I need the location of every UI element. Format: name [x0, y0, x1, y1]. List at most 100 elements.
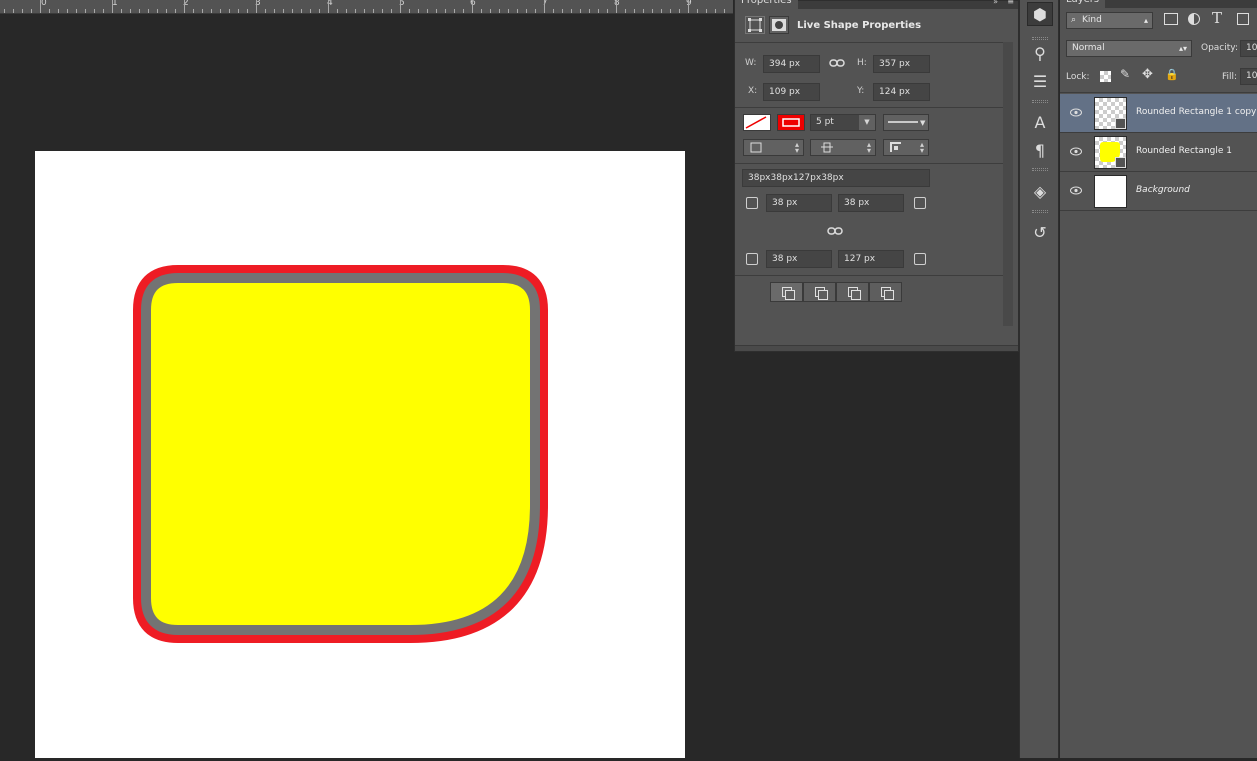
filter-kind-select[interactable]: ⌕ Kind ▴ — [1066, 12, 1153, 29]
layer-row[interactable]: Background — [1060, 172, 1257, 211]
radius-bottom-right-field[interactable]: 127 px — [838, 250, 904, 268]
ruler-tick — [499, 9, 500, 13]
lock-move-icon[interactable]: ✥ — [1142, 67, 1153, 82]
divider — [735, 107, 1005, 108]
opacity-label: Opacity: — [1201, 43, 1238, 53]
properties-tab[interactable]: Properties — [735, 0, 798, 9]
ruler-tick — [193, 9, 194, 13]
ruler-tick — [598, 9, 599, 13]
canvas-workspace[interactable] — [0, 15, 733, 758]
ruler-tick — [391, 9, 392, 13]
ruler-tick — [616, 0, 617, 13]
divider — [1060, 92, 1257, 93]
lock-label: Lock: — [1066, 72, 1090, 82]
ruler-tick — [130, 9, 131, 13]
type-filter-icon[interactable]: T — [1212, 9, 1222, 27]
ruler-tick — [211, 9, 212, 13]
ruler-tick — [436, 9, 437, 13]
radius-bottom-left-field[interactable]: 38 px — [766, 250, 832, 268]
stroke-type-dropdown[interactable]: ▼ — [883, 114, 929, 131]
ruler-tick — [265, 9, 266, 13]
fill-field[interactable]: 10 — [1240, 68, 1257, 85]
paragraph-icon[interactable]: ¶ — [1027, 139, 1053, 163]
mask-icon[interactable] — [769, 16, 789, 34]
layer-row[interactable]: Rounded Rectangle 1 copy — [1060, 94, 1257, 133]
subtract-front-shape-button[interactable] — [803, 282, 836, 302]
stroke-width-dropdown-icon[interactable]: ▼ — [859, 115, 875, 130]
character-icon[interactable]: A — [1027, 111, 1053, 135]
shape-filter-icon[interactable] — [1237, 13, 1249, 25]
blend-mode-select[interactable]: Normal ▴▾ — [1066, 40, 1192, 57]
corner-radius-combined-field[interactable]: 38px38px127px38px — [742, 169, 930, 187]
ruler-tick — [328, 0, 329, 13]
brush-icon[interactable]: ⚲ — [1027, 42, 1053, 66]
adjustments-icon[interactable]: ☰ — [1027, 70, 1053, 94]
align-stroke-dropdown[interactable]: ▴ ▾ — [743, 139, 804, 156]
ruler-tick — [400, 0, 401, 13]
properties-scrollbar[interactable] — [1003, 42, 1013, 326]
layers-panel: Layers ⌕ Kind ▴ T Normal ▴▾ Opacity: 10 … — [1060, 0, 1257, 758]
link-icon[interactable] — [829, 56, 845, 73]
width-label: W: — [745, 58, 757, 68]
ruler-tick — [346, 9, 347, 13]
ruler-tick — [139, 9, 140, 13]
rounded-rectangle-shape[interactable] — [133, 265, 548, 643]
ruler-tick — [472, 0, 473, 13]
ruler-tick — [202, 9, 203, 13]
layer-thumbnail — [1094, 136, 1127, 169]
ruler-tick — [103, 9, 104, 13]
cap-type-dropdown[interactable]: ▴ ▾ — [810, 139, 876, 156]
radius-top-left-field[interactable]: 38 px — [766, 194, 832, 212]
ruler-tick — [31, 9, 32, 13]
ruler-tick — [94, 9, 95, 13]
ruler-tick — [481, 9, 482, 13]
layer-name[interactable]: Rounded Rectangle 1 — [1136, 146, 1232, 156]
panel-menu-icon[interactable]: ≡ — [1007, 0, 1014, 6]
image-filter-icon[interactable] — [1164, 13, 1178, 25]
collapse-icon[interactable]: » — [993, 0, 998, 6]
layer-row[interactable]: Rounded Rectangle 1 — [1060, 133, 1257, 172]
stroke-width-field[interactable]: 5 pt ▼ — [810, 114, 876, 131]
width-field[interactable]: 394 px — [763, 55, 820, 73]
3d-object-icon[interactable]: ◈ — [1027, 180, 1053, 204]
radius-top-right-field[interactable]: 38 px — [838, 194, 904, 212]
filter-kind-label: Kind — [1082, 15, 1102, 25]
properties-resize-handle[interactable] — [735, 345, 1018, 351]
intersect-shapes-button[interactable] — [836, 282, 869, 302]
adjustment-filter-icon[interactable] — [1188, 13, 1200, 25]
lock-pixels-icon[interactable] — [1100, 71, 1111, 82]
lock-all-icon[interactable]: 🔒 — [1165, 68, 1179, 81]
corner-top-right-icon — [914, 197, 926, 209]
history-icon[interactable]: ↺ — [1027, 221, 1053, 245]
y-field[interactable]: 124 px — [873, 83, 930, 101]
combine-shapes-button[interactable] — [770, 282, 803, 302]
shape-icon[interactable] — [745, 16, 765, 34]
exclude-overlap-button[interactable] — [869, 282, 902, 302]
lock-brush-icon[interactable]: ✎ — [1120, 67, 1130, 81]
ruler-tick — [283, 9, 284, 13]
fill-label: Fill: — [1222, 72, 1238, 82]
layers-tab[interactable]: Layers — [1060, 0, 1106, 8]
link-radius-icon[interactable] — [827, 224, 843, 241]
document-canvas[interactable] — [35, 151, 685, 758]
ruler-tick — [553, 9, 554, 13]
ruler-tick — [517, 9, 518, 13]
layer-name[interactable]: Rounded Rectangle 1 copy — [1136, 107, 1256, 117]
corner-type-dropdown[interactable]: ▴ ▾ — [883, 139, 929, 156]
height-field[interactable]: 357 px — [873, 55, 930, 73]
corner-top-left-icon — [746, 197, 758, 209]
ruler-tick — [625, 9, 626, 13]
layer-name[interactable]: Background — [1136, 185, 1190, 195]
stroke-color-icon[interactable] — [777, 114, 805, 131]
fill-none-icon[interactable] — [743, 114, 771, 131]
eye-icon[interactable] — [1070, 147, 1082, 156]
ruler-tick — [310, 9, 311, 13]
x-field[interactable]: 109 px — [763, 83, 820, 101]
3d-icon[interactable]: ⬢ — [1027, 2, 1053, 26]
ruler-tick — [58, 9, 59, 13]
eye-icon[interactable] — [1070, 108, 1082, 117]
ruler-tick — [175, 9, 176, 13]
opacity-field[interactable]: 10 — [1240, 40, 1257, 57]
eye-icon[interactable] — [1070, 186, 1082, 195]
layer-thumbnail — [1094, 97, 1127, 130]
